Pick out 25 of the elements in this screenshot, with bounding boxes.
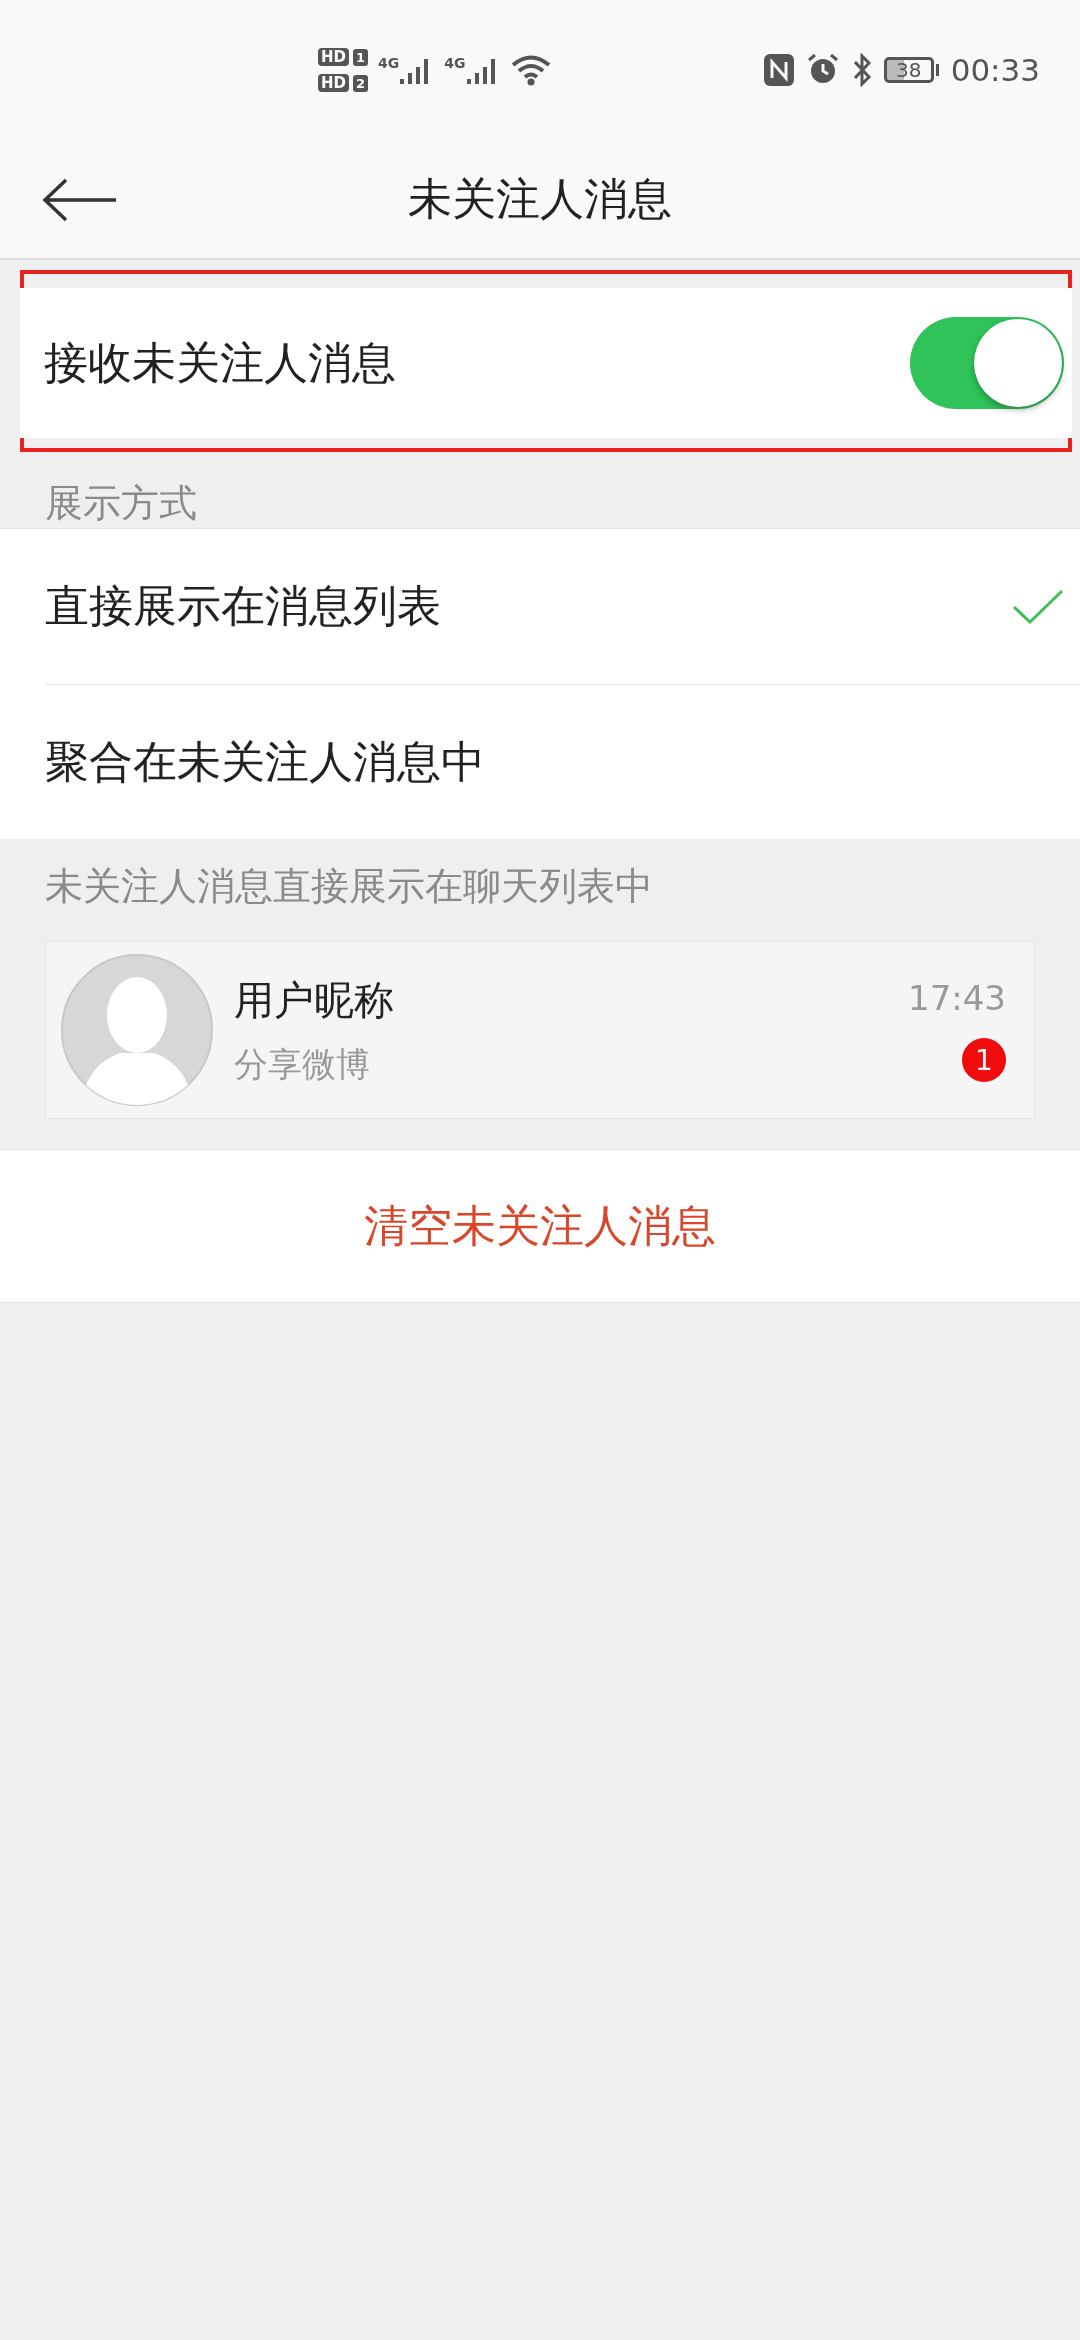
nfc-icon [763,54,794,86]
section-heading: 未关注人消息直接展示在聊天列表中 [45,863,654,910]
network-type-label: 4G [378,55,400,71]
clear-messages-button[interactable]: 清空未关注人消息 [0,1149,1080,1303]
unread-count-badge: 1 [962,1038,1006,1082]
contact-name: 用户昵称 [234,975,395,1025]
page-title: 未关注人消息 [408,171,672,226]
network-type-label: 4G [444,55,466,71]
wifi-icon [510,54,551,86]
bluetooth-icon [851,53,872,87]
section-heading: 展示方式 [44,480,198,527]
setting-label: 接收未关注人消息 [44,335,396,390]
message-preview: 分享微博 [234,1042,371,1086]
toggle-switch[interactable] [910,317,1064,409]
sim-slot-badge: 1 [353,48,369,66]
clock-time: 00:33 [950,52,1040,88]
battery-indicator: 38 [883,57,934,83]
avatar-icon [60,953,214,1107]
message-time: 17:43 [908,978,1006,1018]
hd-badge: HD [318,48,349,66]
hd-badge: HD [318,74,349,92]
option-item[interactable]: 聚合在未关注人消息中 [45,684,1080,839]
sim-slot-badge: 2 [353,74,369,92]
checkmark-icon [1012,588,1064,625]
option-item[interactable]: 直接展示在消息列表 [45,529,1080,684]
